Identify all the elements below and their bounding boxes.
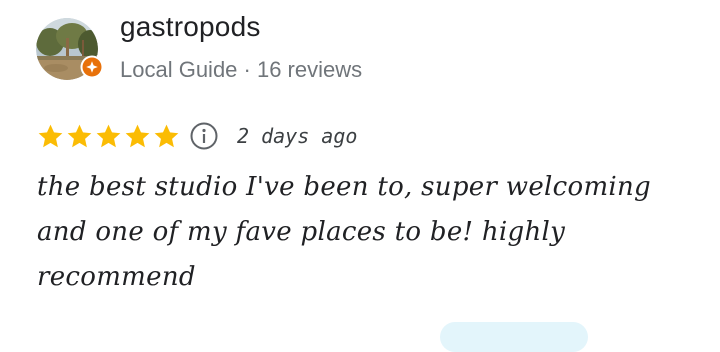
review-text: the best studio I've been to, super welc… — [37, 172, 652, 292]
avatar[interactable] — [36, 18, 104, 80]
review-date: 2 days ago — [237, 124, 358, 148]
star-icon — [38, 124, 63, 147]
rating-row: 2 days ago — [36, 118, 357, 154]
reaction-button[interactable] — [440, 322, 588, 352]
local-guide-badge-icon — [80, 55, 104, 79]
review-card: gastropods Local Guide · 16 reviews 2 da… — [0, 0, 720, 352]
star-icon — [125, 124, 150, 147]
star-icon — [96, 124, 121, 147]
reviewer-name[interactable]: gastropods — [120, 11, 261, 43]
info-icon[interactable] — [189, 121, 219, 151]
star-icon — [67, 124, 92, 147]
star-icon — [154, 124, 179, 147]
star-rating — [36, 122, 181, 151]
reviewer-meta: Local Guide · 16 reviews — [120, 57, 363, 82]
